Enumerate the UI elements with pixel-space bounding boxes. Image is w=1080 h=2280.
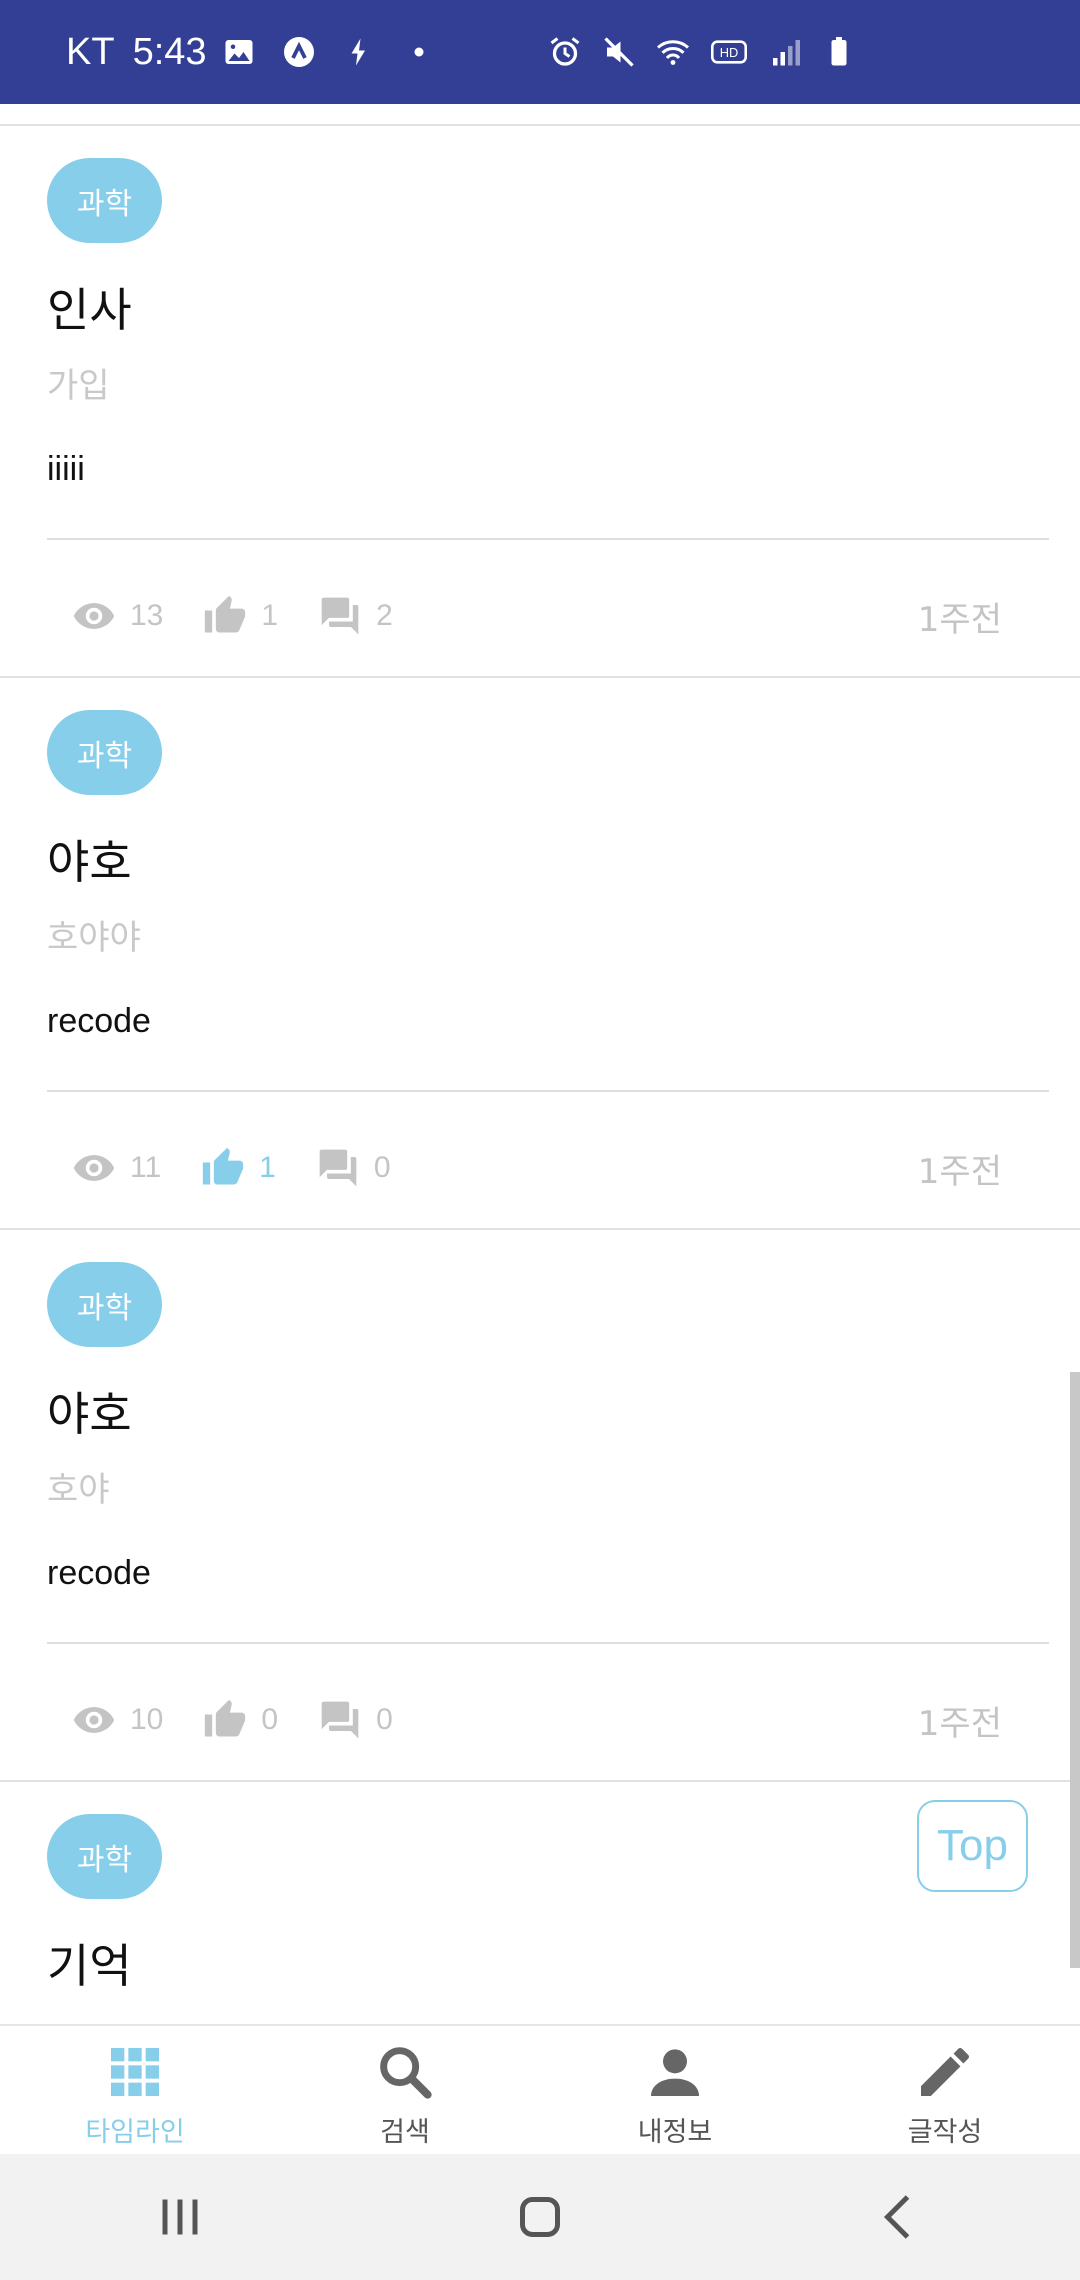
status-bar: KT 5:43 HD <box>0 0 1080 104</box>
nav-label: 글작성 <box>907 2117 983 2148</box>
comment-icon <box>319 1149 357 1187</box>
timeline-feed[interactable]: 과학 인사 가입 iiiii 13 1 2 1주전 과학 야호 호야야 reco… <box>0 104 1080 2024</box>
comment-count: 2 <box>318 594 393 638</box>
bolt-icon <box>341 34 377 70</box>
wifi-icon <box>655 34 691 70</box>
view-count: 10 <box>72 1698 163 1742</box>
post-body: iiiii <box>47 450 85 488</box>
like-button[interactable]: 1 <box>203 594 278 638</box>
post-card[interactable]: 과학 인사 가입 iiiii 13 1 2 1주전 <box>0 126 1080 678</box>
post-subtitle: 가입 <box>47 366 110 406</box>
post-time: 1주전 <box>917 1151 1002 1192</box>
post-card[interactable]: 과학 야호 호야 recode 10 0 0 1주전 <box>0 1230 1080 1782</box>
category-tag[interactable]: 과학 <box>47 1814 162 1899</box>
comment-count: 0 <box>316 1146 391 1190</box>
bottom-navigation: 타임라인 검색 내정보 글작성 <box>0 2024 1080 2154</box>
nav-label: 검색 <box>380 2117 430 2148</box>
like-button[interactable]: 0 <box>203 1698 278 1742</box>
pencil-icon <box>921 2048 969 2096</box>
post-title: 야호 <box>47 1387 132 1441</box>
person-icon <box>651 2049 699 2096</box>
view-count: 13 <box>72 594 163 638</box>
post-title: 기억 <box>47 1939 132 1993</box>
nav-timeline[interactable]: 타임라인 <box>0 2026 270 2154</box>
scrollbar[interactable] <box>1070 1372 1080 1968</box>
battery-icon <box>821 34 857 70</box>
like-count-value: 1 <box>259 1151 276 1184</box>
divider <box>47 1090 1049 1092</box>
comment-count-value: 0 <box>373 1151 391 1184</box>
view-count-value: 11 <box>130 1151 162 1184</box>
scroll-to-top-button[interactable]: Top <box>917 1800 1028 1892</box>
nav-label: 타임라인 <box>85 2117 185 2148</box>
dot-icon <box>401 34 437 70</box>
post-time: 1주전 <box>917 599 1002 640</box>
system-navigation-bar <box>0 2154 1080 2280</box>
status-left: KT 5:43 <box>66 31 207 74</box>
category-tag[interactable]: 과학 <box>47 710 162 795</box>
comment-count: 0 <box>318 1698 393 1742</box>
divider <box>47 1642 1049 1644</box>
nav-write[interactable]: 글작성 <box>810 2026 1080 2154</box>
image-icon <box>221 34 257 70</box>
comment-icon <box>321 1701 359 1739</box>
nav-search[interactable]: 검색 <box>270 2026 540 2154</box>
hd-label: HD <box>719 45 738 60</box>
post-time: 1주전 <box>917 1703 1002 1744</box>
post-stats: 11 1 0 1주전 <box>72 1140 1002 1196</box>
hd-icon: HD <box>709 34 749 70</box>
category-tag[interactable]: 과학 <box>47 158 162 243</box>
post-subtitle: 호야 <box>47 1470 110 1510</box>
thumb-up-icon <box>205 595 246 633</box>
like-button[interactable]: 1 <box>201 1146 276 1190</box>
view-count: 11 <box>72 1146 161 1190</box>
grid-icon <box>111 2048 159 2096</box>
divider <box>47 538 1049 540</box>
post-stats: 10 0 0 1주전 <box>72 1692 1002 1748</box>
category-tag[interactable]: 과학 <box>47 1262 162 1347</box>
notification-icons <box>221 34 437 70</box>
eye-icon <box>73 1155 115 1181</box>
system-icons: HD <box>547 34 857 70</box>
recent-apps-icon[interactable] <box>150 2187 210 2247</box>
post-stats: 13 1 2 1주전 <box>72 588 1002 644</box>
nav-label: 내정보 <box>637 2117 713 2148</box>
post-body: recode <box>47 1554 151 1592</box>
search-icon <box>380 2047 432 2099</box>
eye-icon <box>73 603 115 629</box>
alarm-icon <box>547 34 583 70</box>
post-title: 야호 <box>47 835 132 889</box>
comment-count-value: 2 <box>376 599 393 632</box>
view-count-value: 13 <box>130 599 164 632</box>
mute-icon <box>601 34 637 70</box>
view-count-value: 10 <box>130 1703 164 1736</box>
comment-icon <box>321 597 359 635</box>
eye-icon <box>73 1707 115 1733</box>
post-body: recode <box>47 1002 151 1040</box>
back-icon[interactable] <box>870 2187 930 2247</box>
post-title: 인사 <box>47 283 132 337</box>
clock: 5:43 <box>132 30 207 73</box>
signal-icon <box>767 34 803 70</box>
home-icon[interactable] <box>510 2187 570 2247</box>
comment-count-value: 0 <box>376 1703 393 1736</box>
like-count-value: 1 <box>261 599 279 632</box>
post-card[interactable]: 과학 야호 호야야 recode 11 1 0 1주전 <box>0 678 1080 1230</box>
like-count-value: 0 <box>261 1703 279 1736</box>
thumb-up-icon <box>202 1147 244 1185</box>
carrier-label: KT <box>66 30 115 73</box>
nav-my-info[interactable]: 내정보 <box>540 2026 810 2154</box>
app-a-icon <box>281 34 317 70</box>
thumb-up-icon <box>205 1699 246 1737</box>
post-subtitle: 호야야 <box>47 918 141 958</box>
